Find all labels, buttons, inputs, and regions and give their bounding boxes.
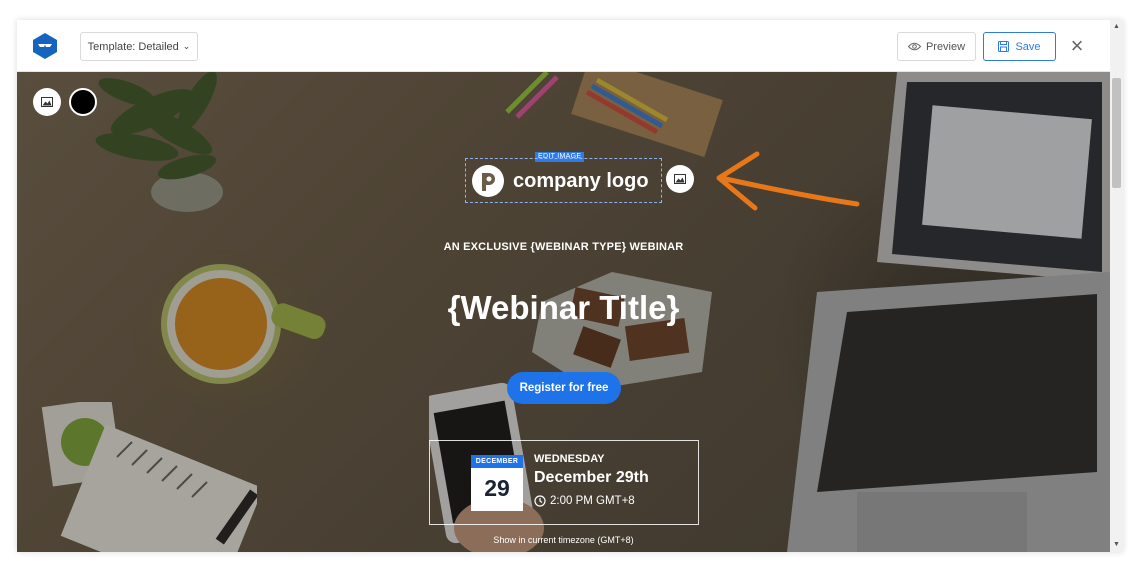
chevron-down-icon: ⌄ xyxy=(182,41,191,51)
event-weekday: WEDNESDAY xyxy=(534,453,605,465)
event-time-text: 2:00 PM GMT+8 xyxy=(550,495,635,507)
scroll-up-icon[interactable]: ▲ xyxy=(1110,22,1123,32)
vertical-scrollbar[interactable]: ▲ ▼ xyxy=(1110,20,1123,552)
webinar-subtitle[interactable]: AN EXCLUSIVE {WEBINAR TYPE} WEBINAR xyxy=(17,241,1110,253)
close-button[interactable]: × xyxy=(1067,35,1087,57)
timezone-toggle-link[interactable]: Show in current timezone (GMT+8) xyxy=(17,535,1110,545)
calendar-day: 29 xyxy=(484,475,510,501)
webinar-hero: EDIT IMAGE company logo AN EXCLUSIVE {WE… xyxy=(17,72,1110,552)
company-logo-mark-icon xyxy=(472,165,504,197)
clock-icon xyxy=(534,495,546,507)
calendar-month: DECEMBER xyxy=(471,455,523,468)
template-dropdown-label: Template: Detailed xyxy=(87,40,179,53)
scroll-thumb[interactable] xyxy=(1112,78,1121,188)
template-dropdown[interactable]: Template: Detailed ⌄ xyxy=(80,32,198,61)
save-button-label: Save xyxy=(1015,40,1041,53)
eye-icon xyxy=(907,42,921,51)
app-logo-icon xyxy=(33,33,57,59)
save-button[interactable]: Save xyxy=(983,32,1056,61)
event-date: December 29th xyxy=(534,469,649,486)
webinar-title[interactable]: {Webinar Title} xyxy=(17,289,1110,327)
date-card[interactable]: DECEMBER 29 WEDNESDAY December 29th 2:00… xyxy=(429,440,699,525)
calendar-badge: DECEMBER 29 xyxy=(471,455,523,511)
company-logo[interactable]: company logo xyxy=(472,164,649,198)
image-icon xyxy=(674,174,686,184)
event-time: 2:00 PM GMT+8 xyxy=(534,495,635,507)
preview-button[interactable]: Preview xyxy=(897,32,976,61)
annotation-arrow-icon xyxy=(716,151,860,211)
top-toolbar: Template: Detailed ⌄ Preview Save × xyxy=(17,20,1110,72)
floppy-disk-icon xyxy=(998,41,1010,52)
background-color-button[interactable] xyxy=(69,88,97,116)
preview-button-label: Preview xyxy=(925,40,966,53)
background-image-button[interactable] xyxy=(33,88,61,116)
close-icon: × xyxy=(1070,33,1084,58)
change-logo-image-button[interactable] xyxy=(666,165,694,193)
register-button[interactable]: Register for free xyxy=(507,372,621,404)
company-logo-text: company logo xyxy=(513,169,649,192)
image-icon xyxy=(41,97,53,107)
editor-window: Template: Detailed ⌄ Preview Save × EDIT… xyxy=(17,20,1123,552)
scroll-down-icon[interactable]: ▼ xyxy=(1110,540,1123,550)
